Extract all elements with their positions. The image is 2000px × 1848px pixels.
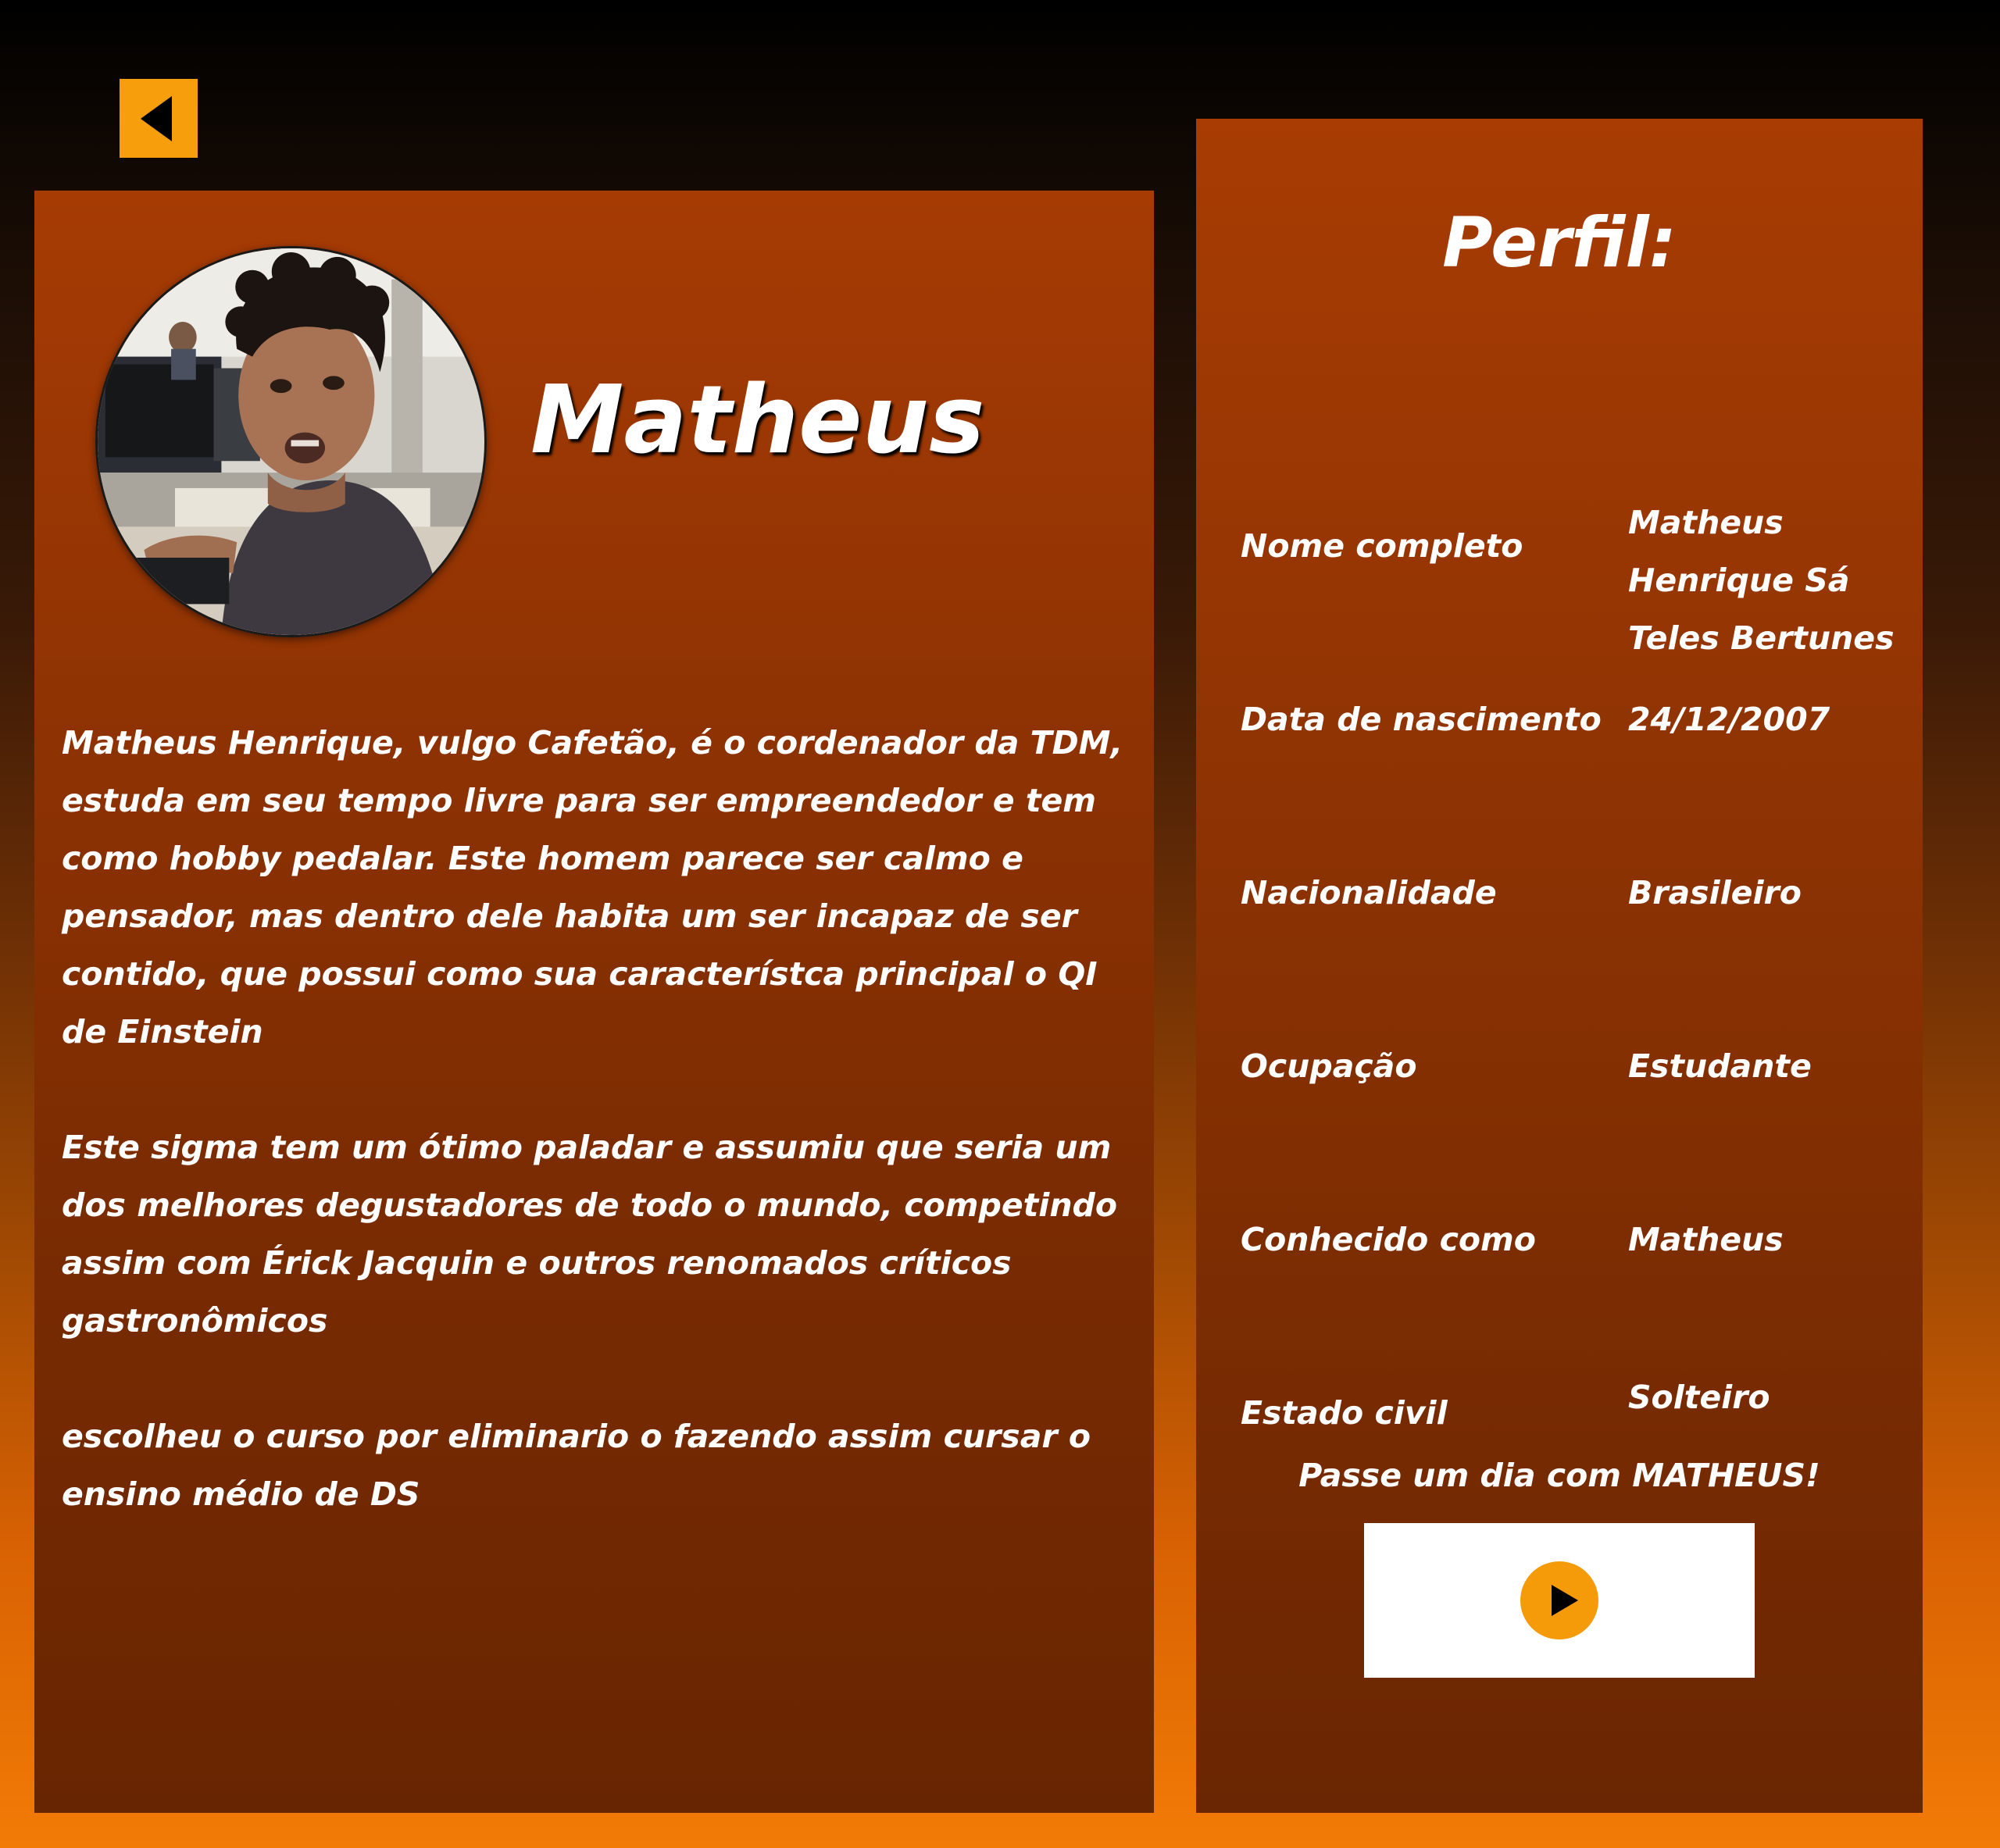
perfil-card: Perfil: Nome completo Matheus Henrique S…	[1196, 119, 1923, 1813]
triangle-left-icon	[141, 96, 172, 141]
profile-name: Matheus	[530, 366, 985, 475]
label-conhecido-como: Conhecido como	[1241, 1221, 1536, 1258]
value-estado-civil: Solteiro	[1628, 1379, 1770, 1416]
cta-text: Passe um dia com MATHEUS!	[1298, 1457, 1820, 1494]
bio-paragraph: escolheu o curso por eliminario o fazend…	[62, 1418, 1091, 1513]
video-player[interactable]	[1364, 1523, 1755, 1678]
play-icon	[1552, 1585, 1578, 1616]
value-nome-completo-line-3: Teles Bertunes	[1628, 619, 1895, 657]
value-ocupacao: Estudante	[1628, 1047, 1812, 1085]
value-conhecido-como: Matheus	[1628, 1221, 1784, 1258]
label-estado-civil: Estado civil	[1241, 1394, 1448, 1432]
value-nome-completo-line-2: Henrique Sá	[1628, 562, 1850, 599]
bio-paragraph: Matheus Henrique, vulgo Cafetão, é o cor…	[62, 724, 1123, 1051]
label-nacionalidade: Nacionalidade	[1241, 874, 1497, 912]
avatar-photo	[98, 248, 484, 635]
back-button[interactable]	[120, 79, 198, 158]
label-data-nascimento: Data de nascimento	[1241, 701, 1602, 738]
bio-paragraph: Este sigma tem um ótimo paladar e assumi…	[62, 1129, 1118, 1340]
label-ocupacao: Ocupação	[1241, 1047, 1417, 1085]
bio-text: Matheus Henrique, vulgo Cafetão, é o cor…	[62, 714, 1132, 1581]
profile-card: Matheus Matheus Henrique, vulgo Cafetão,…	[34, 191, 1154, 1813]
value-nome-completo-line-1: Matheus	[1628, 504, 1784, 541]
label-nome-completo: Nome completo	[1241, 527, 1523, 565]
avatar	[95, 246, 487, 637]
value-nacionalidade: Brasileiro	[1628, 874, 1802, 912]
value-data-nascimento: 24/12/2007	[1628, 701, 1830, 738]
perfil-title: Perfil:	[1442, 202, 1677, 283]
play-button[interactable]	[1520, 1561, 1598, 1639]
